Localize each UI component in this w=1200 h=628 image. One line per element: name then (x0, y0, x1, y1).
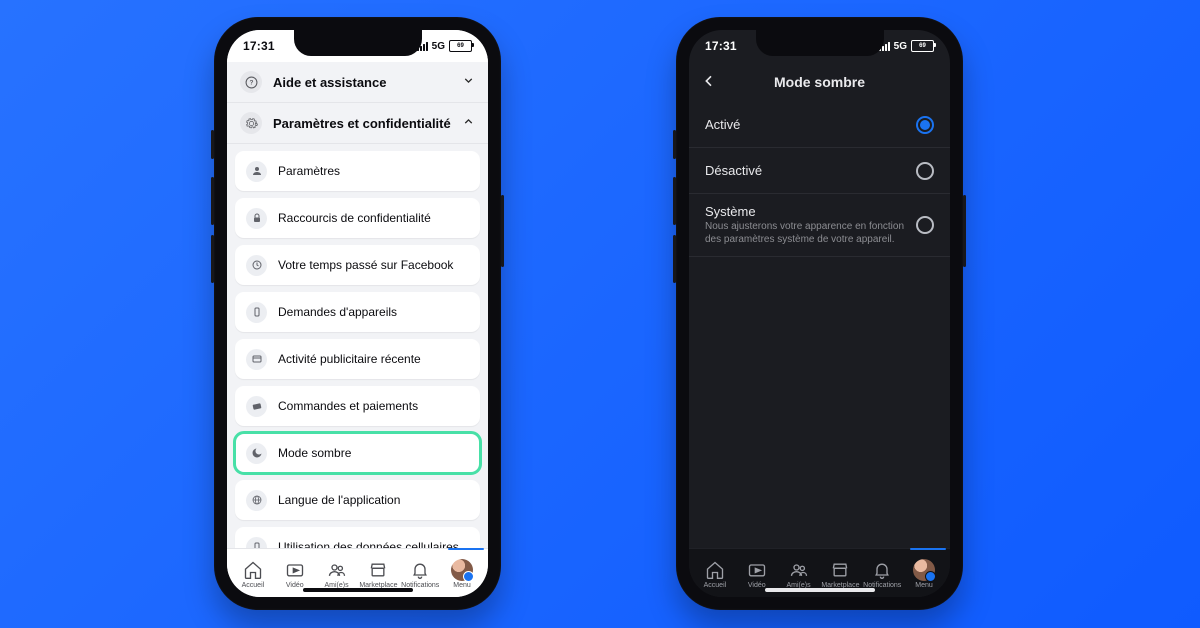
phone-mock-left: 17:31 5G 69 ? Aide et assistance Paramè (214, 17, 501, 610)
tab-amis[interactable]: Ami(e)s (316, 559, 358, 589)
video-icon (746, 559, 768, 581)
radio-icon (916, 216, 934, 234)
option-sublabel: Nous ajusterons votre apparence en fonct… (705, 221, 906, 246)
battery-icon: 69 (911, 40, 934, 52)
bell-icon (409, 559, 431, 581)
item-label: Votre temps passé sur Facebook (278, 258, 453, 272)
active-tab-indicator (910, 548, 946, 550)
option-active[interactable]: Activé (689, 102, 950, 148)
gear-icon (240, 112, 262, 134)
item-label: Paramètres (278, 164, 340, 178)
option-label: Activé (705, 117, 740, 132)
back-button[interactable] (701, 73, 717, 92)
globe-icon (246, 490, 267, 511)
status-time: 17:31 (705, 39, 737, 53)
battery-icon: 69 (449, 40, 472, 52)
friends-icon (326, 559, 348, 581)
group-help-label: Aide et assistance (273, 75, 386, 90)
phone-mock-right: 17:31 5G 69 Mode sombre Activé Désactivé (676, 17, 963, 610)
item-label: Raccourcis de confidentialité (278, 211, 431, 225)
item-parametres[interactable]: Paramètres (235, 151, 480, 191)
home-icon (704, 559, 726, 581)
friends-icon (788, 559, 810, 581)
radio-selected-icon (916, 116, 934, 134)
bell-icon (871, 559, 893, 581)
option-systeme[interactable]: Système Nous ajusterons votre apparence … (689, 194, 950, 257)
group-help[interactable]: ? Aide et assistance (227, 62, 488, 103)
item-mode-sombre[interactable]: Mode sombre (235, 433, 480, 473)
item-temps[interactable]: Votre temps passé sur Facebook (235, 245, 480, 285)
tab-video[interactable]: Vidéo (736, 559, 778, 589)
item-label: Langue de l'application (278, 493, 400, 507)
dark-mode-options: Activé Désactivé Système Nous ajusterons… (689, 102, 950, 257)
data-icon (246, 537, 267, 549)
settings-list: Paramètres Raccourcis de confidentialité… (227, 144, 488, 548)
tab-marketplace[interactable]: Marketplace (357, 559, 399, 589)
status-time: 17:31 (243, 39, 275, 53)
lock-icon (246, 208, 267, 229)
tab-notifications[interactable]: Notifications (399, 559, 441, 589)
page-title: Mode sombre (774, 74, 865, 90)
help-icon: ? (240, 71, 262, 93)
clock-icon (246, 255, 267, 276)
tab-accueil[interactable]: Accueil (232, 559, 274, 589)
item-donnees[interactable]: Utilisation des données cellulaires (235, 527, 480, 548)
avatar-icon (913, 559, 935, 581)
item-raccourcis[interactable]: Raccourcis de confidentialité (235, 198, 480, 238)
tab-marketplace[interactable]: Marketplace (819, 559, 861, 589)
card-icon (246, 396, 267, 417)
video-icon (284, 559, 306, 581)
item-label: Activité publicitaire récente (278, 352, 421, 366)
group-settings-label: Paramètres et confidentialité (273, 116, 451, 131)
home-indicator (303, 588, 413, 592)
option-label: Système (705, 204, 906, 219)
item-pub[interactable]: Activité publicitaire récente (235, 339, 480, 379)
user-icon (246, 161, 267, 182)
network-label: 5G (432, 41, 445, 52)
item-langue[interactable]: Langue de l'application (235, 480, 480, 520)
home-icon (242, 559, 264, 581)
tab-notifications[interactable]: Notifications (861, 559, 903, 589)
item-label: Mode sombre (278, 446, 351, 460)
radio-icon (916, 162, 934, 180)
chevron-down-icon (462, 74, 475, 90)
tab-accueil[interactable]: Accueil (694, 559, 736, 589)
tab-amis[interactable]: Ami(e)s (778, 559, 820, 589)
screen-dark: 17:31 5G 69 Mode sombre Activé Désactivé (689, 30, 950, 597)
moon-icon (246, 443, 267, 464)
svg-text:?: ? (249, 79, 253, 86)
tab-video[interactable]: Vidéo (274, 559, 316, 589)
notch (294, 30, 422, 56)
item-label: Utilisation des données cellulaires (278, 540, 459, 548)
tab-menu[interactable]: Menu (441, 559, 483, 589)
home-indicator (765, 588, 875, 592)
network-label: 5G (894, 41, 907, 52)
chevron-up-icon (462, 115, 475, 131)
device-icon (246, 302, 267, 323)
item-label: Commandes et paiements (278, 399, 418, 413)
screen-light: 17:31 5G 69 ? Aide et assistance Paramè (227, 30, 488, 597)
ad-icon (246, 349, 267, 370)
tab-menu[interactable]: Menu (903, 559, 945, 589)
market-icon (367, 559, 389, 581)
notch (756, 30, 884, 56)
group-settings[interactable]: Paramètres et confidentialité (227, 103, 488, 144)
market-icon (829, 559, 851, 581)
item-paiements[interactable]: Commandes et paiements (235, 386, 480, 426)
option-label: Désactivé (705, 163, 762, 178)
avatar-icon (451, 559, 473, 581)
item-label: Demandes d'appareils (278, 305, 397, 319)
item-appareils[interactable]: Demandes d'appareils (235, 292, 480, 332)
active-tab-indicator (448, 548, 484, 550)
option-desactive[interactable]: Désactivé (689, 148, 950, 194)
navbar: Mode sombre (689, 62, 950, 102)
